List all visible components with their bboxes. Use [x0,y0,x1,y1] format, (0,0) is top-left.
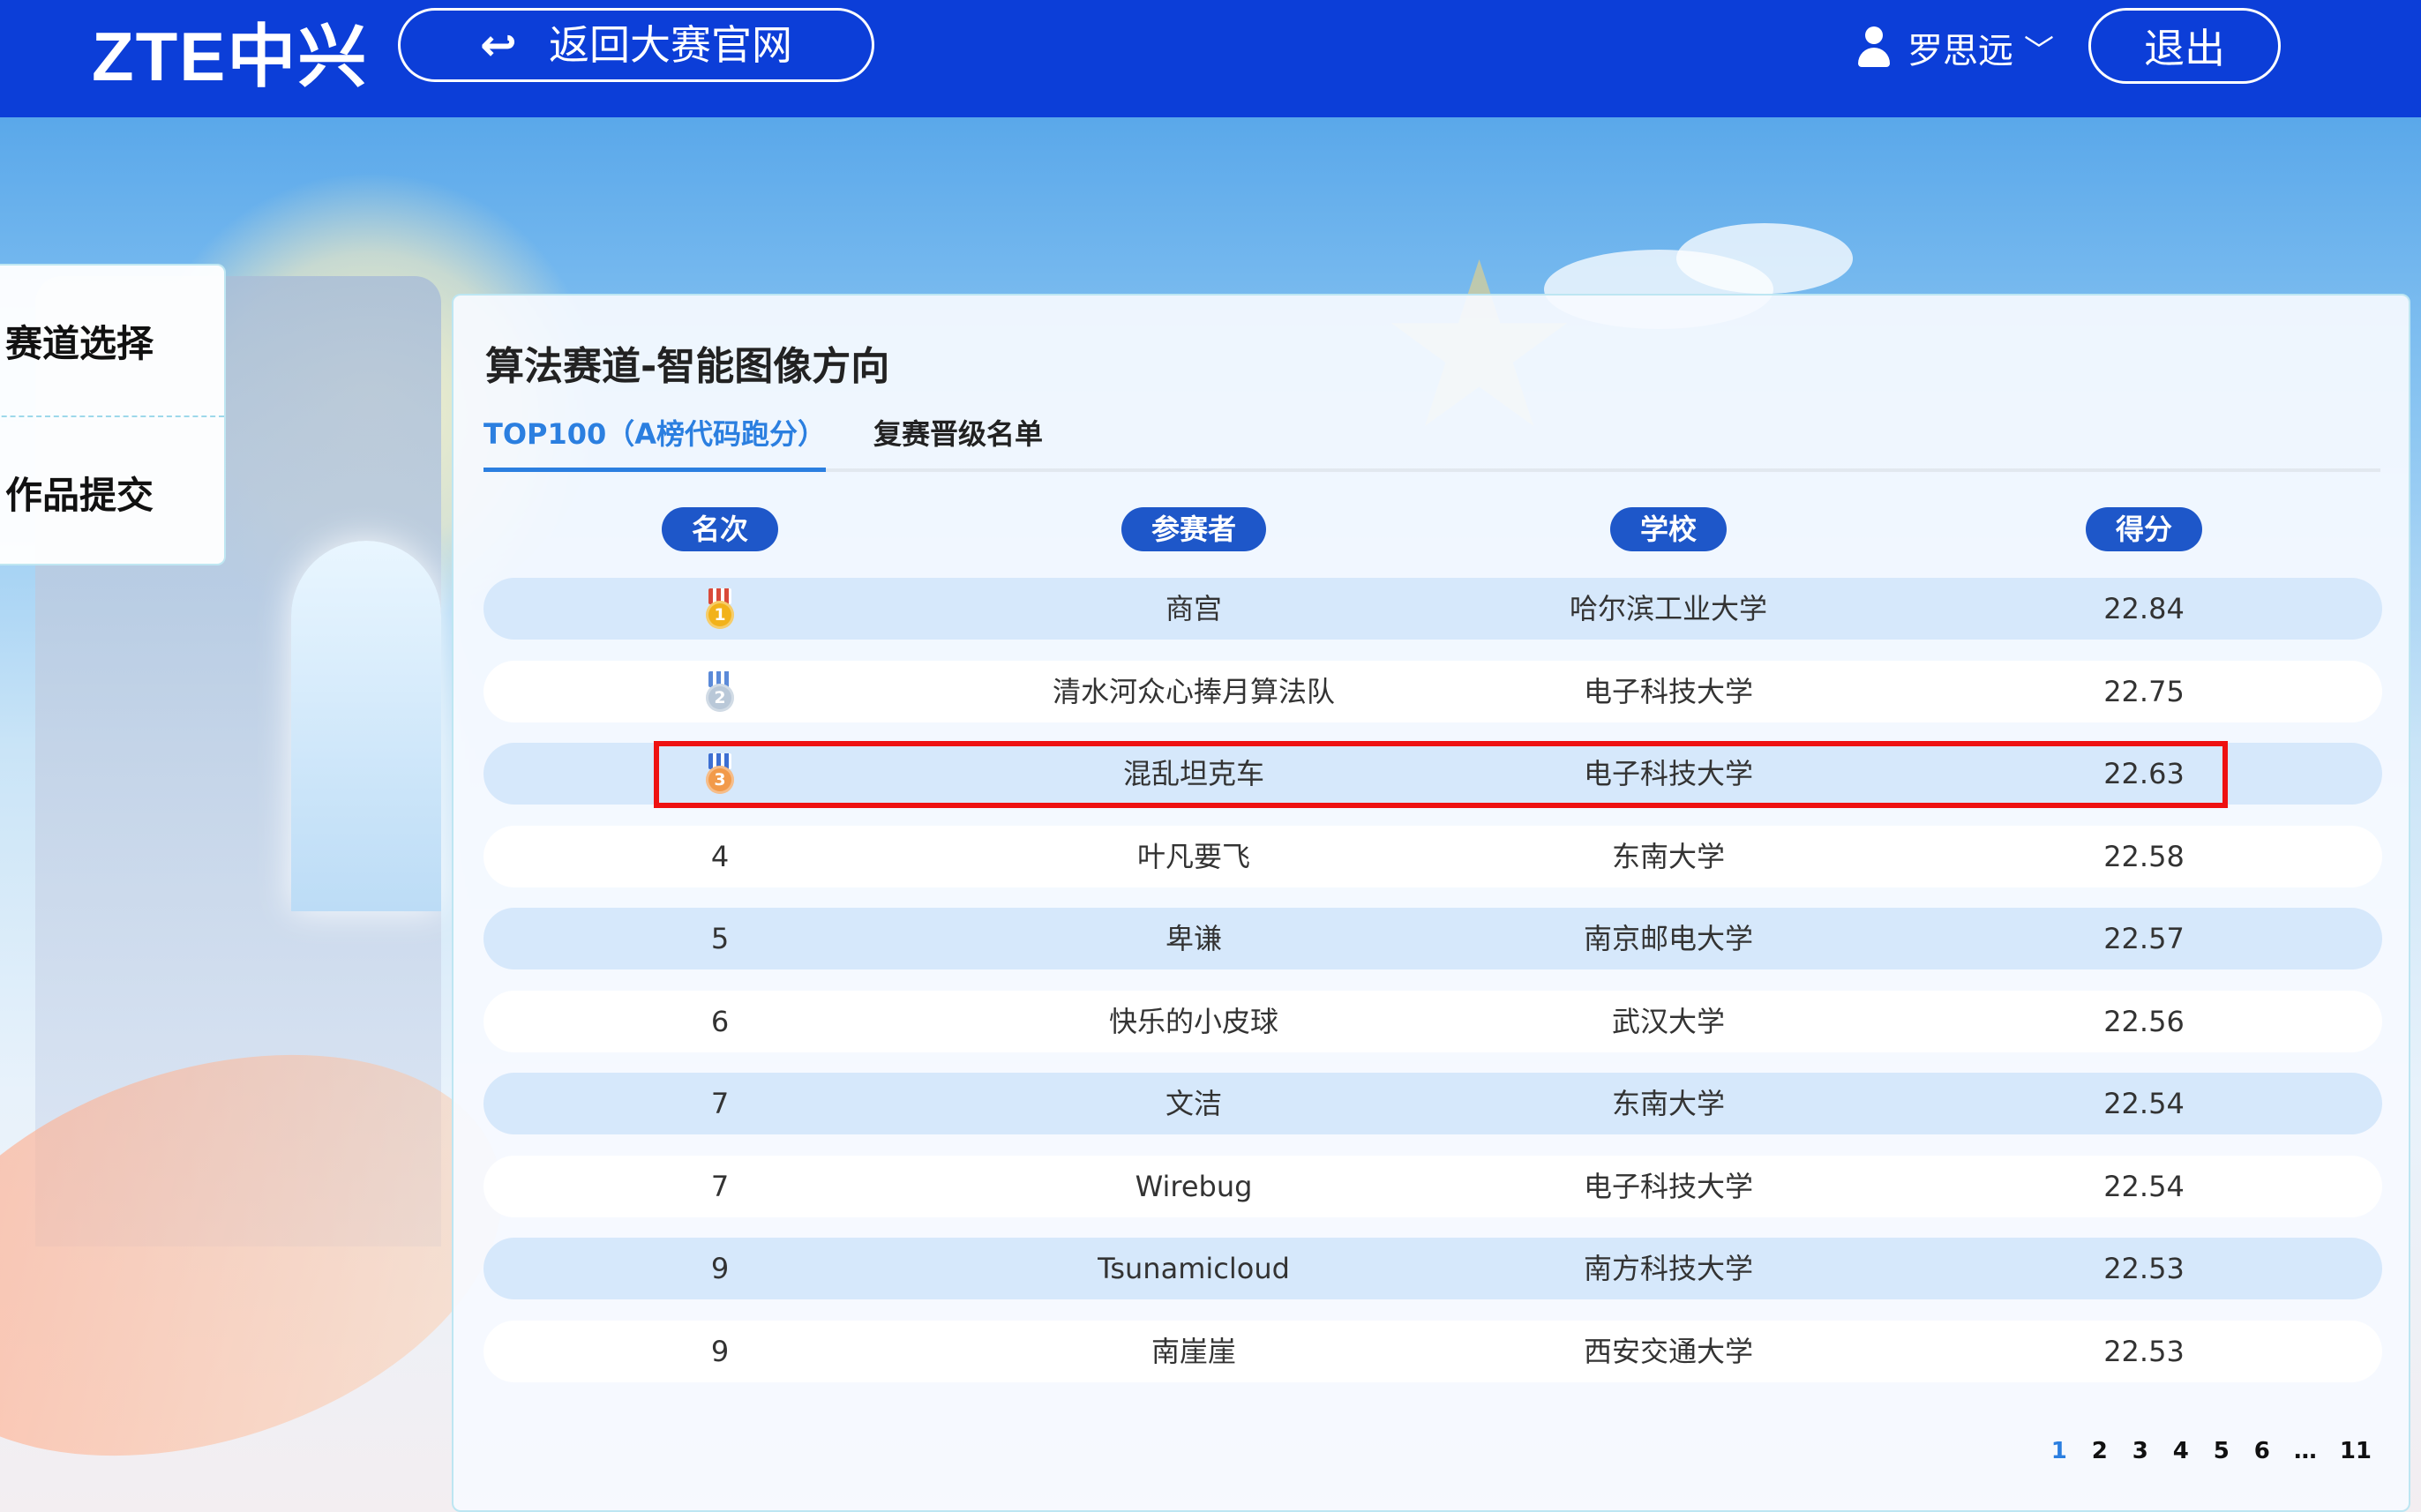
pagination: 1 2 3 4 5 6 … 11 [2050,1438,2372,1464]
column-header-participant: 参赛者 [1121,507,1267,551]
participant-cell: 卑谦 [1165,922,1223,955]
participant-cell: 南崖崖 [1151,1334,1237,1368]
score-cell: 22.84 [2103,592,2185,625]
page-link[interactable]: 11 [2340,1438,2372,1464]
user-icon [1856,26,1892,69]
pagination-ellipsis: … [2293,1438,2317,1464]
score-cell: 22.53 [2103,1252,2185,1285]
school-cell: 电子科技大学 [1583,674,1754,708]
sidemenu-item-track-select[interactable]: 赛道选择 [0,266,224,415]
gold-medal-icon: 1 [703,588,737,629]
table-row: 1 商宫 哈尔滨工业大学 22.84 [483,578,2382,640]
user-name: 罗思远 [1908,31,2013,71]
school-cell: 东南大学 [1611,1087,1726,1120]
tab-top100[interactable]: TOP100（A榜代码跑分） [483,415,827,472]
back-button-label: 返回大赛官网 [548,21,792,69]
leaderboard-panel: 算法赛道-智能图像方向 TOP100（A榜代码跑分） 复赛晋级名单 名次 参赛者… [452,294,2410,1512]
column-header-rank: 名次 [661,507,779,551]
medal-rank: 1 [706,601,734,629]
column-header-school: 学校 [1609,507,1728,551]
table-row: 4 叶凡要飞 东南大学 22.58 [483,825,2382,887]
table-row: 7 Wirebug 电子科技大学 22.54 [483,1155,2382,1217]
rank-cell: 5 [710,922,730,955]
glowing-gate-illustration [291,541,441,911]
participant-cell: Tsunamicloud [1098,1252,1290,1285]
score-cell: 22.56 [2103,1004,2185,1038]
chevron-down-icon: ﹀ [2024,33,2054,69]
back-to-official-site-button[interactable]: ↩ 返回大赛官网 [398,8,874,82]
rank-cell: 7 [710,1087,730,1120]
score-cell: 22.58 [2103,839,2185,873]
page-link[interactable]: 4 [2172,1438,2190,1464]
score-cell: 22.75 [2103,674,2185,708]
silver-medal-icon: 2 [703,670,737,712]
school-cell: 武汉大学 [1611,1004,1726,1038]
table-row: 5 卑谦 南京邮电大学 22.57 [483,908,2382,969]
column-header-score: 得分 [2085,507,2203,551]
table-row: 9 南崖崖 西安交通大学 22.53 [483,1320,2382,1382]
participant-cell: Wirebug [1135,1169,1253,1203]
participant-cell: 清水河众心捧月算法队 [1052,674,1336,708]
table-row: 7 文洁 东南大学 22.54 [483,1073,2382,1134]
table-row: 9 Tsunamicloud 南方科技大学 22.53 [483,1238,2382,1299]
participant-cell: 文洁 [1165,1087,1223,1120]
school-cell: 西安交通大学 [1583,1334,1754,1368]
medal-rank: 2 [706,683,734,712]
score-cell: 22.57 [2103,922,2185,955]
side-menu: 赛道选择 作品提交 [0,264,226,565]
user-menu[interactable]: 罗思远 ﹀ [1856,21,2054,74]
page-title: 算法赛道-智能图像方向 [485,344,890,389]
page-link[interactable]: 5 [2213,1438,2230,1464]
highlight-box [654,741,2228,808]
top-header: ZTE中兴 ↩ 返回大赛官网 罗思远 ﹀ 退出 [0,0,2421,117]
rank-cell: 7 [710,1169,730,1203]
school-cell: 南方科技大学 [1583,1252,1754,1285]
zte-logo[interactable]: ZTE中兴 [92,12,368,101]
table-row: 2 清水河众心捧月算法队 电子科技大学 22.75 [483,660,2382,722]
school-cell: 东南大学 [1611,839,1726,873]
participant-cell: 商宫 [1165,592,1223,625]
page-link[interactable]: 6 [2253,1438,2271,1464]
school-cell: 电子科技大学 [1583,1169,1754,1203]
rank-cell: 9 [710,1252,730,1285]
participant-cell: 快乐的小皮球 [1108,1004,1279,1038]
back-arrow-icon: ↩ [480,19,517,71]
table-row: 6 快乐的小皮球 武汉大学 22.56 [483,990,2382,1052]
page-link[interactable]: 3 [2132,1438,2149,1464]
page-link[interactable]: 1 [2050,1438,2068,1464]
logout-button[interactable]: 退出 [2088,8,2281,84]
score-cell: 22.53 [2103,1334,2185,1368]
score-cell: 22.54 [2103,1087,2185,1120]
rank-cell: 6 [710,1004,730,1038]
cloud-shape [1676,223,1853,294]
tab-advance-list[interactable]: 复赛晋级名单 [873,415,1043,468]
school-cell: 哈尔滨工业大学 [1569,592,1768,625]
participant-cell: 叶凡要飞 [1136,839,1251,873]
page-link[interactable]: 2 [2091,1438,2109,1464]
sidemenu-item-submit-work[interactable]: 作品提交 [0,417,224,567]
rank-cell: 4 [710,839,730,873]
tab-bar: TOP100（A榜代码跑分） 复赛晋级名单 [483,415,2380,472]
school-cell: 南京邮电大学 [1583,922,1754,955]
rank-cell: 9 [710,1334,730,1368]
score-cell: 22.54 [2103,1169,2185,1203]
